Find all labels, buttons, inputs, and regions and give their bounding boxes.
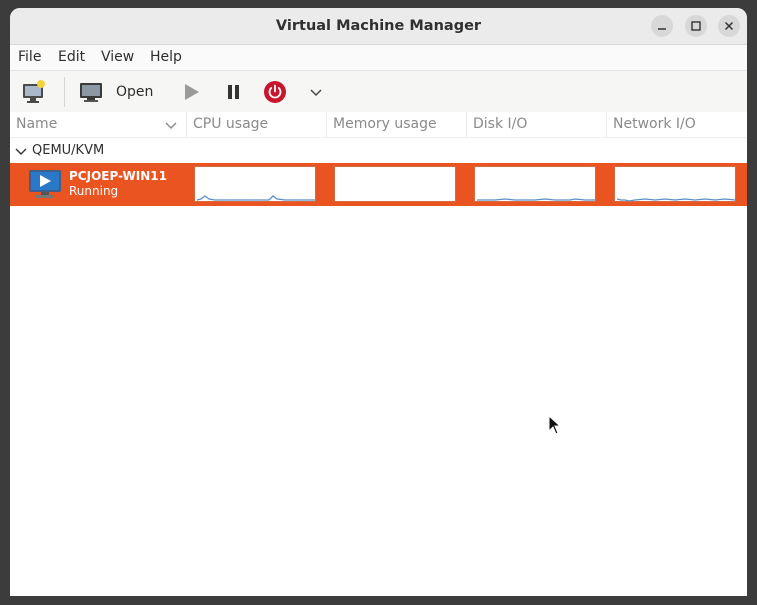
toolbar: Open	[10, 71, 747, 113]
toolbar-separator	[64, 77, 65, 107]
window-title: Virtual Machine Manager	[275, 18, 482, 34]
minimize-icon	[658, 28, 666, 30]
disk-sparkline	[477, 198, 595, 201]
menu-bar: File Edit View Help	[10, 45, 747, 71]
maximize-icon	[691, 21, 701, 31]
run-button[interactable]	[178, 79, 204, 105]
title-bar[interactable]: Virtual Machine Manager	[10, 8, 747, 45]
column-network-label: Network I/O	[613, 116, 696, 132]
column-cpu[interactable]: CPU usage	[187, 112, 327, 137]
column-memory[interactable]: Memory usage	[327, 112, 467, 137]
vm-row[interactable]: PCJOEP-WIN11 Running	[10, 163, 747, 206]
menu-help[interactable]: Help	[150, 45, 182, 70]
column-header: Name CPU usage Memory usage Disk I/O Net…	[10, 112, 747, 138]
connection-label: QEMU/KVM	[32, 143, 105, 158]
column-cpu-label: CPU usage	[193, 116, 269, 132]
column-name[interactable]: Name	[10, 112, 187, 137]
monitor-icon	[80, 83, 102, 102]
power-icon	[264, 81, 286, 103]
sort-chevron-icon	[165, 122, 177, 129]
network-io-graph	[614, 166, 736, 202]
open-button-label: Open	[116, 84, 154, 100]
column-network[interactable]: Network I/O	[607, 112, 747, 137]
column-disk[interactable]: Disk I/O	[467, 112, 607, 137]
shutdown-button[interactable]	[262, 79, 288, 105]
pause-icon	[228, 85, 239, 99]
play-icon	[185, 84, 199, 100]
shutdown-menu-button[interactable]	[305, 81, 327, 103]
column-disk-label: Disk I/O	[473, 116, 528, 132]
expander-chevron-icon[interactable]	[15, 145, 27, 157]
column-name-label: Name	[16, 116, 58, 132]
minimize-button[interactable]	[651, 15, 673, 37]
open-button[interactable]: Open	[78, 77, 168, 107]
disk-io-graph	[474, 166, 596, 202]
vm-running-icon	[29, 170, 61, 198]
memory-usage-graph	[334, 166, 456, 202]
menu-file[interactable]: File	[18, 45, 41, 70]
chevron-down-icon	[310, 89, 322, 97]
memory-sparkline	[335, 167, 457, 203]
vm-name: PCJOEP-WIN11	[69, 169, 167, 183]
new-vm-button[interactable]	[21, 79, 47, 105]
close-icon	[724, 21, 734, 31]
column-memory-label: Memory usage	[333, 116, 437, 132]
maximize-button[interactable]	[685, 15, 707, 37]
network-sparkline	[616, 198, 736, 202]
cpu-sparkline	[196, 195, 315, 201]
vm-status: Running	[69, 184, 119, 198]
mouse-cursor-icon	[548, 415, 562, 435]
pause-button[interactable]	[221, 79, 247, 105]
connection-group-row[interactable]: QEMU/KVM	[10, 138, 747, 163]
menu-edit[interactable]: Edit	[58, 45, 85, 70]
new-vm-icon	[23, 80, 45, 103]
close-button[interactable]	[718, 15, 740, 37]
menu-view[interactable]: View	[101, 45, 134, 70]
app-window: Virtual Machine Manager File Edit View H…	[10, 8, 747, 596]
cpu-usage-graph	[194, 166, 316, 202]
